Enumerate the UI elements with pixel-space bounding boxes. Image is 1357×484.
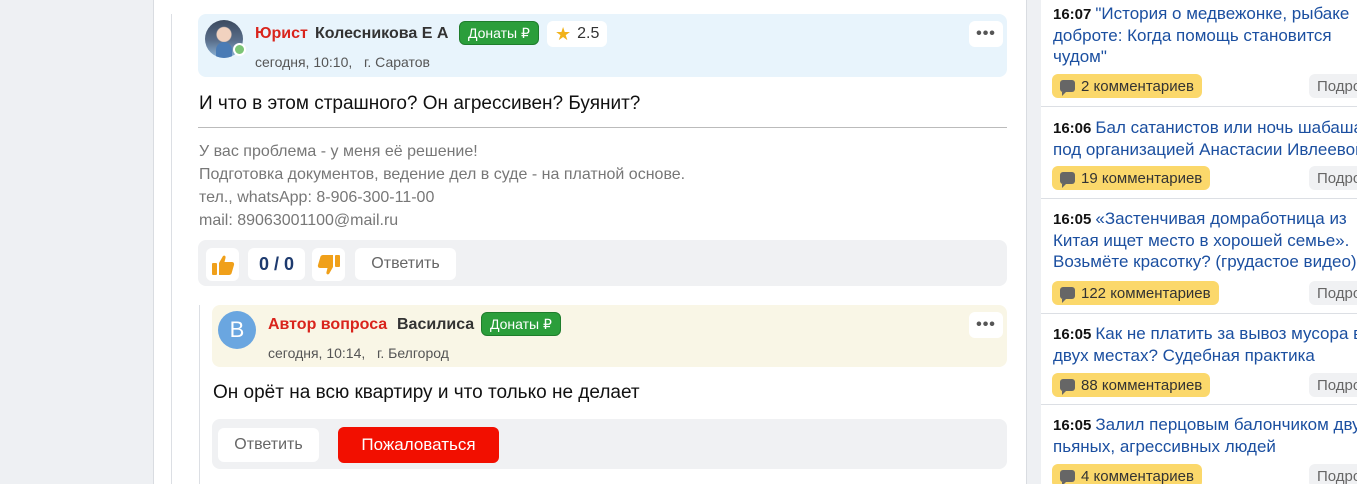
- dislike-button[interactable]: [312, 248, 345, 281]
- report-button[interactable]: Пожаловаться: [338, 427, 499, 463]
- news-time: 16:05: [1053, 326, 1092, 343]
- left-gutter: [0, 0, 153, 484]
- comments-count-badge[interactable]: 122 комментариев: [1052, 281, 1219, 305]
- news-time: 16:07: [1053, 6, 1092, 23]
- avatar[interactable]: В: [218, 311, 256, 349]
- online-status-dot: [233, 43, 246, 56]
- user-role: Автор вопроса: [268, 316, 388, 333]
- news-item[interactable]: 16:05 Как не платить за вывоз мусора в дв…: [1041, 314, 1357, 405]
- comment-bubble-icon: [1060, 287, 1075, 303]
- news-item[interactable]: 16:06 Бал сатанистов или ночь шабаша под …: [1041, 107, 1357, 199]
- news-title-line[interactable]: Китая ищет место в хорошей семье».: [1053, 230, 1357, 251]
- like-button[interactable]: [206, 248, 239, 281]
- news-title-line[interactable]: Залил перцовым балончиком двух: [1095, 415, 1357, 434]
- news-time: 16:05: [1053, 417, 1092, 434]
- news-item[interactable]: 16:07 "История о медвежонке, рыбаке добро…: [1041, 0, 1357, 107]
- news-title-line[interactable]: под организацией Анастасии Ивлеевой: [1053, 139, 1357, 160]
- reply-button[interactable]: Ответить: [355, 248, 456, 280]
- news-title-line[interactable]: двух местах? Судебная практика: [1053, 345, 1357, 366]
- comments-count: 122 комментариев: [1081, 284, 1211, 302]
- rating-badge: ★ 2.5: [547, 21, 608, 47]
- news-title[interactable]: 16:05 «Застенчивая домработница из Китая …: [1053, 208, 1357, 272]
- comment-bubble-icon: [1060, 172, 1075, 188]
- comment-city: г. Саратов: [364, 54, 430, 70]
- comments-count-badge[interactable]: 4 комментариев: [1052, 464, 1202, 484]
- comment-bubble-icon: [1060, 80, 1075, 96]
- user-role: Юрист: [255, 25, 308, 42]
- read-more-link[interactable]: Подробнее: [1309, 74, 1357, 98]
- thread-line-nested: [199, 305, 200, 484]
- news-title[interactable]: 16:05 Залил перцовым балончиком двух пьян…: [1053, 414, 1357, 457]
- comments-count: 2 комментариев: [1081, 77, 1194, 95]
- news-item[interactable]: 16:05 «Застенчивая домработница из Китая …: [1041, 199, 1357, 314]
- news-title-line[interactable]: "История о медвежонке, рыбаке: [1095, 4, 1349, 23]
- thread-line: [171, 14, 172, 484]
- star-icon: ★: [555, 23, 572, 44]
- comments-count-badge[interactable]: 2 комментариев: [1052, 74, 1202, 98]
- thumb-up-icon: [211, 255, 234, 275]
- signature-line: mail: 89063001100@mail.ru: [199, 212, 399, 229]
- donate-button[interactable]: Донаты ₽: [481, 312, 561, 336]
- username[interactable]: Василиса: [397, 316, 474, 334]
- comments-count: 88 комментариев: [1081, 376, 1203, 394]
- comment-actions: [212, 419, 1007, 469]
- read-more-link[interactable]: Подробнее: [1309, 373, 1357, 397]
- read-more-link[interactable]: Подробнее: [1309, 281, 1357, 305]
- rating-value: 2.5: [577, 25, 600, 42]
- news-item[interactable]: 16:05 Залил перцовым балончиком двух пьян…: [1041, 405, 1357, 484]
- comment-date: сегодня, 10:10,: [255, 54, 353, 70]
- news-title-line[interactable]: доброте: Когда помощь становится: [1053, 25, 1349, 46]
- more-options-button[interactable]: •••: [969, 312, 1003, 338]
- news-title-line[interactable]: пьяных, агрессивных людей: [1053, 436, 1357, 457]
- vote-score: 0 / 0: [248, 248, 305, 280]
- signature-line: У вас проблема - у меня её решение!: [199, 143, 478, 160]
- reply-button[interactable]: Ответить: [218, 428, 319, 462]
- donate-button[interactable]: Донаты ₽: [459, 21, 539, 45]
- comments-count: 19 комментариев: [1081, 169, 1203, 187]
- read-more-link[interactable]: Подробнее: [1309, 464, 1357, 484]
- comment-city: г. Белгород: [377, 345, 449, 361]
- signature-line: тел., whatsApp: 8-906-300-11-00: [199, 189, 435, 206]
- news-title-line[interactable]: чудом": [1053, 46, 1349, 67]
- signature-divider: [198, 127, 1007, 128]
- news-title-line[interactable]: Как не платить за вывоз мусора в: [1095, 324, 1357, 343]
- news-title[interactable]: 16:05 Как не платить за вывоз мусора в дв…: [1053, 323, 1357, 366]
- signature: У вас проблема - у меня её решение! Подг…: [199, 140, 685, 232]
- news-title-line[interactable]: Возьмёте красотку? (грудастое видео): [1053, 251, 1357, 272]
- comment-text: И что в этом страшного? Он агрессивен? Б…: [199, 93, 641, 114]
- comment-text: Он орёт на всю квартиру и что только не …: [213, 382, 640, 403]
- news-time: 16:06: [1053, 120, 1092, 137]
- comments-count: 4 комментариев: [1081, 467, 1194, 484]
- username[interactable]: Колесникова Е А: [315, 25, 448, 43]
- comments-count-badge[interactable]: 19 комментариев: [1052, 166, 1211, 190]
- comment-bubble-icon: [1060, 379, 1075, 395]
- read-more-link[interactable]: Подробнее: [1309, 166, 1357, 190]
- more-options-button[interactable]: •••: [969, 21, 1003, 47]
- news-title[interactable]: 16:06 Бал сатанистов или ночь шабаша под …: [1053, 117, 1357, 160]
- news-title-line[interactable]: Бал сатанистов или ночь шабаша: [1095, 118, 1357, 137]
- news-title-line[interactable]: «Застенчивая домработница из: [1095, 209, 1346, 228]
- thumb-down-icon: [317, 254, 340, 274]
- comment-date: сегодня, 10:14,: [268, 345, 366, 361]
- news-time: 16:05: [1053, 211, 1092, 228]
- comments-count-badge[interactable]: 88 комментариев: [1052, 373, 1211, 397]
- comment-bubble-icon: [1060, 470, 1075, 484]
- signature-line: Подготовка документов, ведение дел в суд…: [199, 166, 686, 183]
- news-title[interactable]: 16:07 "История о медвежонке, рыбаке добро…: [1053, 3, 1349, 67]
